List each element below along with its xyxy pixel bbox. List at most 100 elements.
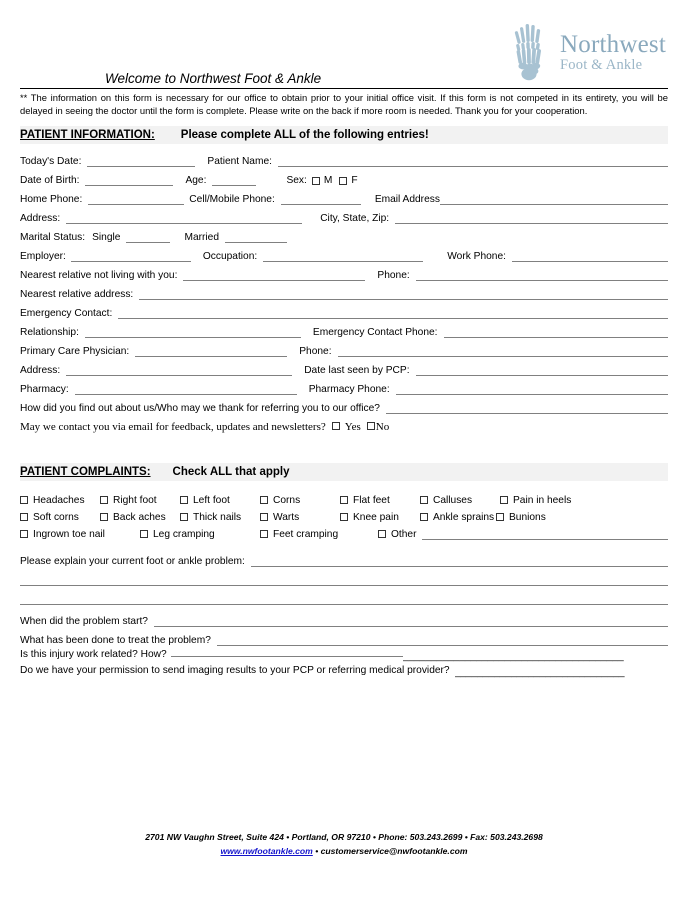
checkbox-thick-nails[interactable]	[180, 512, 188, 521]
label-married: Married	[184, 232, 219, 243]
complaint-item[interactable]: Flat feet	[340, 495, 420, 506]
checkbox-soft-corns[interactable]	[20, 512, 28, 521]
complaint-item[interactable]: Headaches	[20, 495, 100, 506]
input-pcp-address[interactable]	[66, 365, 293, 376]
label-pharmacy: Pharmacy:	[20, 384, 69, 395]
input-pcp-phone[interactable]	[337, 346, 668, 357]
input-what-done[interactable]	[216, 635, 668, 646]
input-explain-problem-line3[interactable]	[20, 594, 668, 605]
checkbox-sex-female[interactable]	[339, 177, 348, 185]
checkbox-warts[interactable]	[260, 512, 268, 521]
row-explain-problem: Please explain your current foot or ankl…	[20, 548, 668, 567]
input-todays-date[interactable]	[87, 156, 196, 167]
checkbox-corns[interactable]	[260, 495, 268, 504]
input-other-complaint[interactable]	[422, 529, 668, 540]
row-referral: How did you find out about us/Who may we…	[20, 395, 668, 414]
input-date-last-seen[interactable]	[415, 365, 668, 376]
row-explain-problem-line2	[20, 567, 668, 586]
input-cell-phone[interactable]	[280, 194, 361, 205]
checkbox-knee-pain[interactable]	[340, 512, 348, 521]
input-email-address[interactable]	[439, 194, 668, 205]
checkbox-headaches[interactable]	[20, 495, 28, 504]
input-when-start[interactable]	[153, 616, 668, 627]
complaint-item[interactable]: Feet cramping	[260, 529, 378, 540]
label-nearest-relative: Nearest relative not living with you:	[20, 270, 178, 281]
checkbox-ingrown-toe-nail[interactable]	[20, 529, 28, 538]
checkbox-feet-cramping[interactable]	[260, 529, 268, 538]
checkbox-email-consent-yes[interactable]	[331, 421, 340, 430]
row-dob-age-sex: Date of Birth: Age: Sex: M F	[20, 167, 668, 186]
input-relationship[interactable]	[84, 327, 301, 338]
input-emergency-contact[interactable]	[118, 308, 668, 319]
patient-information-title: PATIENT INFORMATION:	[20, 129, 155, 141]
checkbox-sex-male[interactable]	[311, 177, 320, 185]
input-married[interactable]	[225, 232, 287, 243]
complaint-label: Other	[391, 529, 417, 540]
footer-website-link[interactable]: www.nwfootankle.com	[221, 846, 313, 856]
input-single[interactable]	[126, 232, 171, 243]
input-employer[interactable]	[70, 251, 191, 262]
input-referral[interactable]	[385, 403, 668, 414]
input-explain-problem[interactable]	[250, 556, 668, 567]
checkbox-other[interactable]	[378, 529, 386, 538]
complaint-item[interactable]: Soft corns	[20, 512, 100, 523]
input-pharmacy-phone[interactable]	[395, 384, 668, 395]
checkbox-email-consent-no[interactable]	[366, 421, 375, 430]
input-occupation[interactable]	[263, 251, 424, 262]
input-city-state-zip[interactable]	[395, 213, 668, 224]
checkbox-back-aches[interactable]	[100, 512, 108, 521]
checkbox-leg-cramping[interactable]	[140, 529, 148, 538]
input-patient-name[interactable]	[277, 156, 668, 167]
checkbox-right-foot[interactable]	[100, 495, 108, 504]
input-work-related-underscores[interactable]: _______________________________________	[403, 651, 668, 662]
input-relative-phone[interactable]	[415, 270, 668, 281]
complaint-item[interactable]: Leg cramping	[140, 529, 260, 540]
label-age: Age:	[185, 175, 207, 186]
complaint-item[interactable]: Other	[378, 529, 416, 540]
checkbox-left-foot[interactable]	[180, 495, 188, 504]
checkbox-flat-feet[interactable]	[340, 495, 348, 504]
complaint-label: Bunions	[509, 512, 546, 523]
checkbox-bunions[interactable]	[496, 512, 504, 521]
complaints-row-1: Headaches Right foot Left foot Corns Fla…	[20, 492, 668, 509]
complaint-item[interactable]: Thick nails	[180, 512, 260, 523]
complaint-item[interactable]: Left foot	[180, 495, 260, 506]
label-email-consent-yes: Yes	[344, 420, 361, 433]
input-address[interactable]	[66, 213, 303, 224]
row-explain-problem-line3	[20, 586, 668, 605]
complaint-item[interactable]: Warts	[260, 512, 340, 523]
row-emergency-contact: Emergency Contact:	[20, 300, 668, 319]
input-pharmacy[interactable]	[74, 384, 297, 395]
complaint-item[interactable]: Calluses	[420, 495, 500, 506]
input-primary-care-physician[interactable]	[135, 346, 288, 357]
input-imaging-permission[interactable]: ______________________________	[455, 667, 668, 678]
complaint-item[interactable]: Back aches	[100, 512, 180, 523]
complaint-item[interactable]: Pain in heels	[500, 495, 571, 506]
checkbox-ankle-sprains[interactable]	[420, 512, 428, 521]
label-what-done: What has been done to treat the problem?	[20, 635, 211, 646]
complaint-label: Soft corns	[33, 512, 79, 523]
complaints-row-2: Soft corns Back aches Thick nails Warts …	[20, 509, 668, 526]
patient-complaints-title: PATIENT COMPLAINTS:	[20, 466, 151, 478]
complaint-item[interactable]: Corns	[260, 495, 340, 506]
complaint-item[interactable]: Ankle sprains	[420, 512, 496, 523]
intake-form-page: Northwest Foot & Ankle Welcome to Northw…	[0, 0, 688, 898]
checkbox-pain-in-heels[interactable]	[500, 495, 508, 504]
complaint-item[interactable]: Bunions	[496, 512, 546, 523]
input-work-related[interactable]	[170, 646, 403, 657]
complaint-item[interactable]: Ingrown toe nail	[20, 529, 140, 540]
input-nearest-relative-address[interactable]	[139, 289, 668, 300]
row-email-consent: May we contact you via email for feedbac…	[20, 417, 668, 436]
complaint-item[interactable]: Right foot	[100, 495, 180, 506]
input-explain-problem-line2[interactable]	[20, 575, 668, 586]
complaint-item[interactable]: Knee pain	[340, 512, 420, 523]
input-nearest-relative[interactable]	[183, 270, 366, 281]
complaint-label: Corns	[273, 495, 301, 506]
input-work-phone[interactable]	[511, 251, 668, 262]
input-date-of-birth[interactable]	[85, 175, 174, 186]
header-divider	[20, 88, 668, 89]
input-home-phone[interactable]	[88, 194, 185, 205]
input-age[interactable]	[212, 175, 257, 186]
checkbox-calluses[interactable]	[420, 495, 428, 504]
input-emergency-contact-phone[interactable]	[443, 327, 668, 338]
